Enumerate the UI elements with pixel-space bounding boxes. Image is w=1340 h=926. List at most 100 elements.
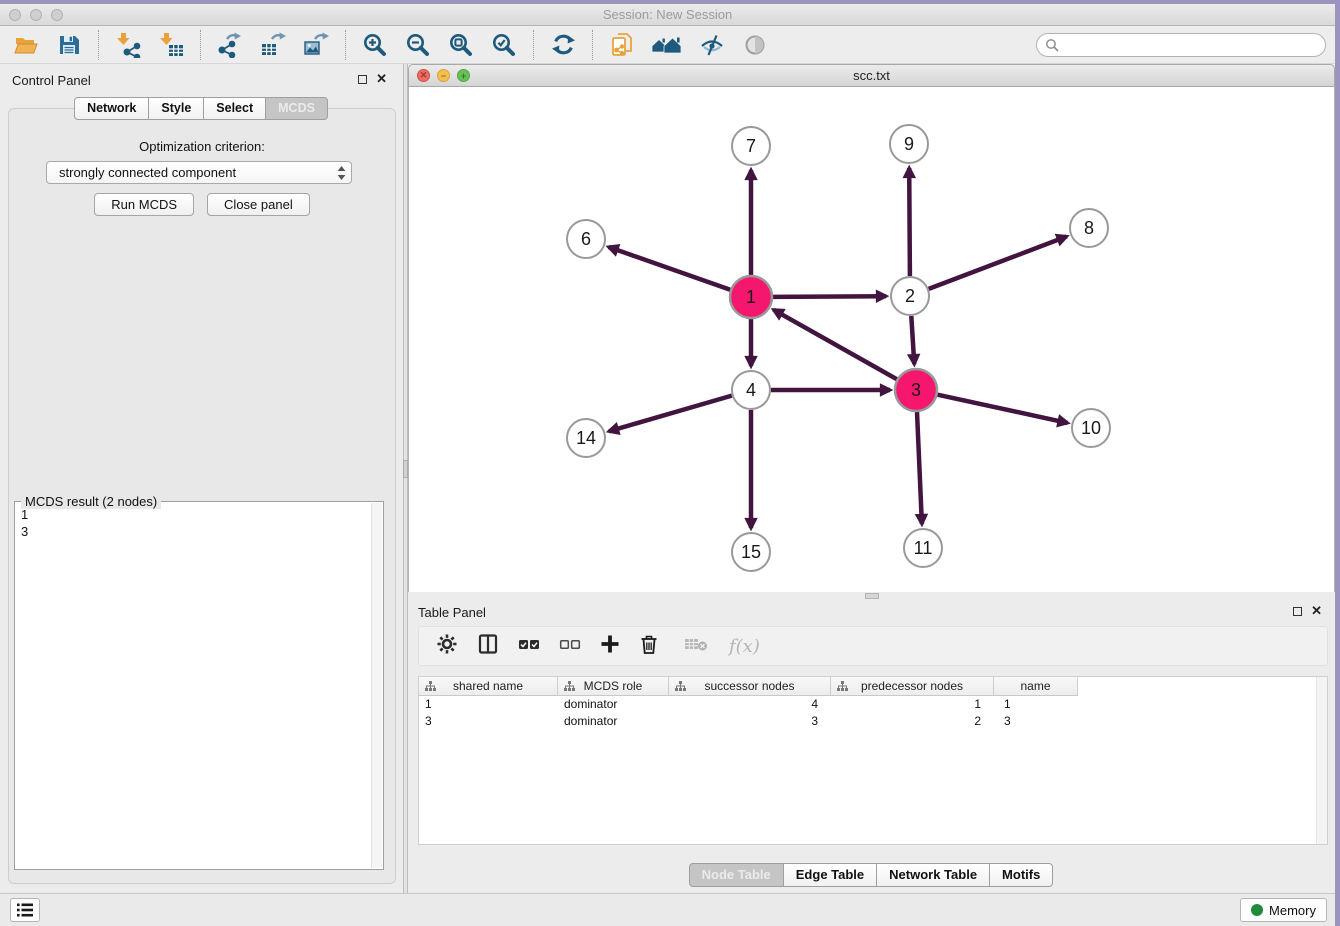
graph-node-14[interactable]: 14 [567,419,605,457]
add-column-button[interactable] [600,634,620,659]
graph-edge-3-1[interactable] [774,310,897,379]
function-builder-button[interactable]: f(x) [729,636,760,657]
refresh-view-button[interactable] [549,30,577,60]
refresh-icon [551,32,576,57]
mcds-buttons-row: Run MCDS Close panel [9,193,395,216]
desktop-background: Session: New Session [0,0,1340,926]
open-file-button[interactable] [12,30,40,60]
float-panel-icon[interactable] [1293,607,1302,616]
float-panel-icon[interactable] [358,75,367,84]
column-header-successor-nodes[interactable]: successor nodes [669,677,831,696]
delete-column-button[interactable] [639,633,659,660]
home-layout-icon [651,33,683,57]
cell: 1 [419,696,558,713]
column-header-name[interactable]: name [994,677,1078,696]
memory-status-icon [1251,904,1263,916]
mcds-result-text[interactable]: 1 3 [15,504,370,869]
export-network-button[interactable] [216,30,244,60]
graph-node-3[interactable]: 3 [895,369,937,411]
deselect-all-button[interactable] [559,635,581,658]
export-image-button[interactable] [302,30,330,60]
network-window-titlebar[interactable]: scc.txt [408,64,1335,87]
tab-motifs[interactable]: Motifs [989,863,1053,887]
graph-edge-1-6[interactable] [609,247,731,290]
graph-node-8[interactable]: 8 [1070,209,1108,247]
hide-panel-button[interactable] [698,30,726,60]
table-row[interactable]: 3dominator323 [419,713,1327,730]
search-input[interactable] [1064,36,1325,54]
horizontal-splitter[interactable] [408,592,1335,600]
network-graph[interactable]: 7 9 6 8 1 2 4 3 14 10 15 11 [409,87,1334,592]
graph-edge-2-9[interactable] [909,168,910,276]
graph-edge-2-8[interactable] [929,237,1067,289]
zoom-fit-icon [448,32,474,58]
result-scrollbar[interactable] [371,503,382,868]
save-session-button[interactable] [55,30,83,60]
svg-text:9: 9 [904,134,914,154]
optimization-criterion-select[interactable]: strongly connected component [46,161,352,184]
cell: 3 [419,713,558,730]
zoom-fit-button[interactable] [447,30,475,60]
cell: dominator [558,713,669,730]
svg-text:3: 3 [911,380,921,400]
tab-node-table[interactable]: Node Table [689,863,784,887]
graph-node-1[interactable]: 1 [730,276,772,318]
tab-network-table[interactable]: Network Table [876,863,990,887]
tab-network[interactable]: Network [74,97,149,120]
close-panel-icon[interactable] [376,72,387,85]
svg-text:11: 11 [914,538,933,558]
graph-edge-1-2[interactable] [773,296,886,297]
table-row[interactable]: 1dominator411 [419,696,1327,713]
tab-edge-table[interactable]: Edge Table [783,863,877,887]
graph-node-9[interactable]: 9 [890,125,928,163]
import-network-button[interactable] [114,30,142,60]
zoom-selected-button[interactable] [490,30,518,60]
close-panel-button[interactable]: Close panel [207,193,310,216]
delete-table-button[interactable] [684,635,710,658]
table-settings-button[interactable] [436,633,458,660]
memory-button[interactable]: Memory [1240,898,1327,922]
zoom-out-button[interactable] [404,30,432,60]
graph-edge-4-14[interactable] [609,396,732,432]
optimization-criterion-label: Optimization criterion: [9,139,395,154]
run-mcds-button[interactable]: Run MCDS [94,193,194,216]
table-panel: Table Panel [408,600,1335,893]
zoom-selected-icon [491,32,517,58]
graph-node-2[interactable]: 2 [891,277,929,315]
clone-network-button[interactable] [608,30,636,60]
graph-node-6[interactable]: 6 [567,220,605,258]
tab-style[interactable]: Style [148,97,204,120]
column-header-MCDS-role[interactable]: MCDS role [558,677,669,696]
graph-edge-3-10[interactable] [938,395,1068,423]
network-canvas[interactable]: 7 9 6 8 1 2 4 3 14 10 15 11 [408,87,1335,592]
graph-edge-2-3[interactable] [911,316,914,364]
task-history-button[interactable] [10,898,40,922]
zoom-in-button[interactable] [361,30,389,60]
column-header-predecessor-nodes[interactable]: predecessor nodes [831,677,994,696]
graph-node-10[interactable]: 10 [1072,409,1110,447]
table-scrollbar[interactable] [1316,677,1327,844]
export-table-button[interactable] [259,30,287,60]
toggle-view-button[interactable] [741,30,769,60]
tab-select[interactable]: Select [203,97,266,120]
graph-node-7[interactable]: 7 [732,127,770,165]
show-columns-button[interactable] [477,633,499,660]
cell: 3 [994,713,1078,730]
column-header-shared-name[interactable]: shared name [419,677,558,696]
cell: dominator [558,696,669,713]
splitter-grip[interactable] [865,593,879,599]
graph-node-4[interactable]: 4 [732,371,770,409]
tab-mcds[interactable]: MCDS [265,97,328,120]
graph-node-15[interactable]: 15 [732,533,770,571]
mcds-result-box: MCDS result (2 nodes) 1 3 [14,501,384,870]
import-table-button[interactable] [157,30,185,60]
search-icon [1045,38,1060,53]
graph-node-11[interactable]: 11 [904,529,942,567]
node-table: shared nameMCDS rolesuccessor nodesprede… [418,676,1328,845]
attribute-tree-icon [675,681,686,692]
import-table-icon [158,32,184,58]
graph-edge-3-11[interactable] [917,412,922,524]
select-all-button[interactable] [518,635,540,658]
apply-layout-button[interactable] [651,30,683,60]
close-panel-icon[interactable] [1311,604,1322,617]
